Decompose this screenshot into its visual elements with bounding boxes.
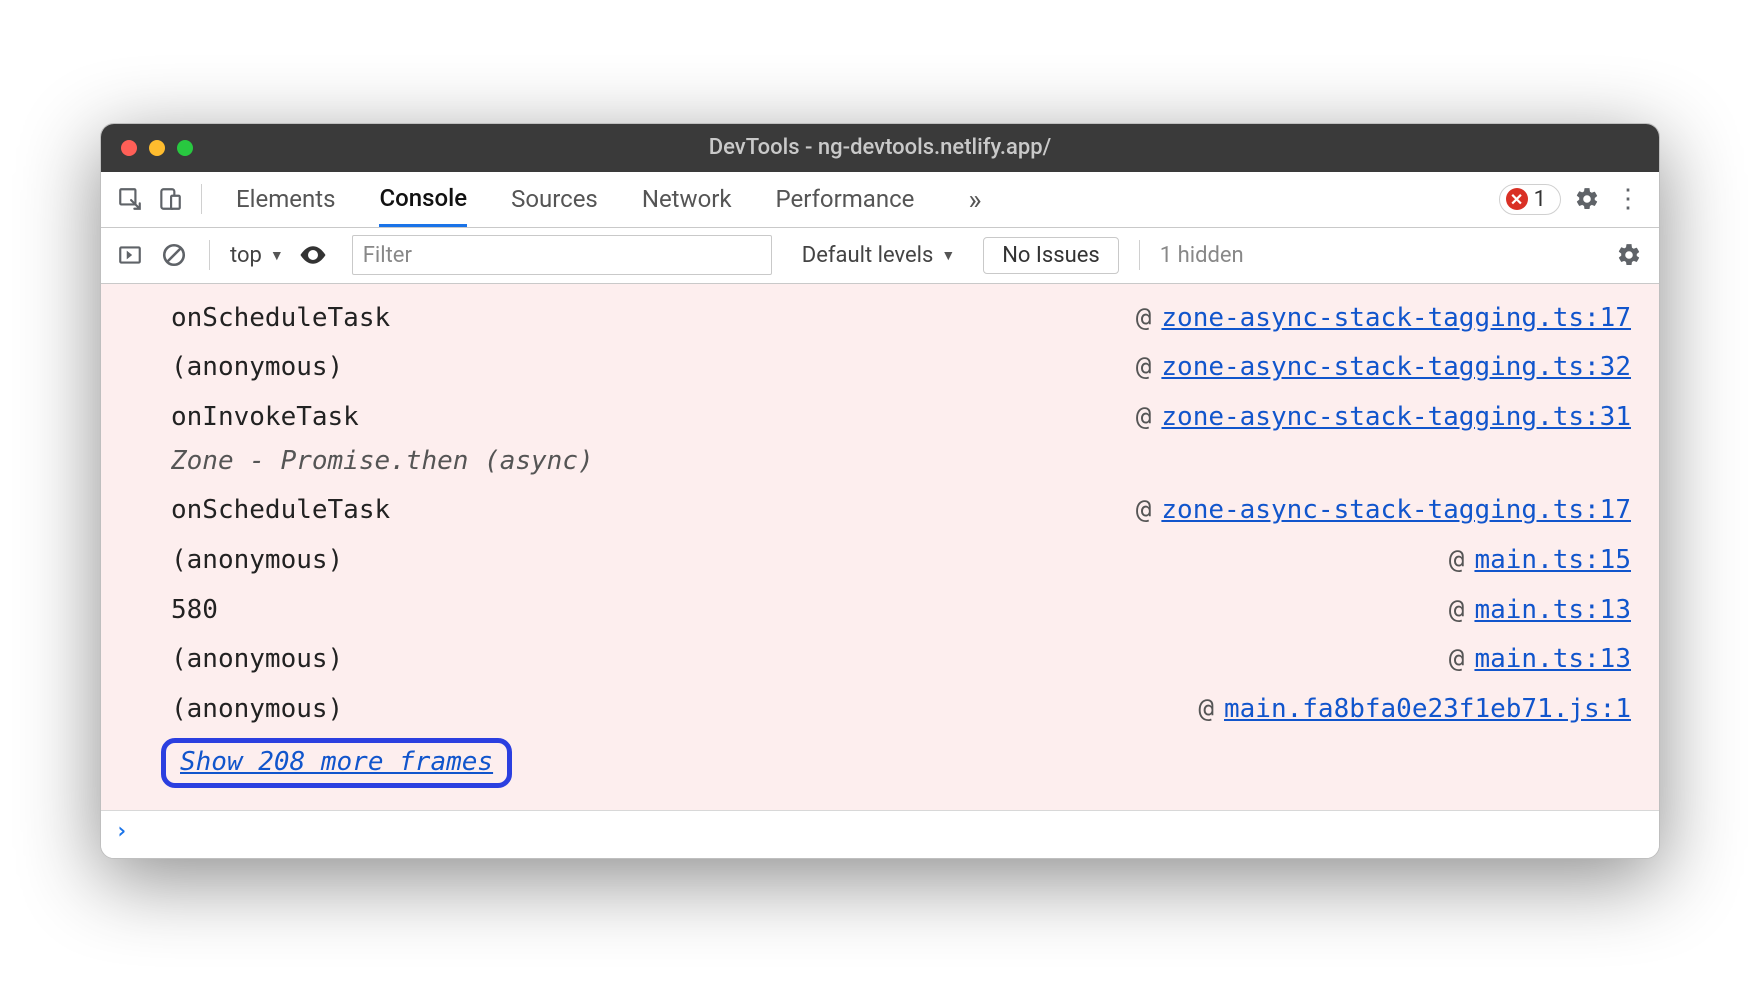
stack-frame: onInvokeTask @ zone-async-stack-tagging.… <box>101 393 1659 443</box>
stack-frame: onScheduleTask @ zone-async-stack-taggin… <box>101 486 1659 536</box>
log-levels-selector[interactable]: Default levels ▼ <box>802 243 955 268</box>
clear-console-icon[interactable] <box>159 240 189 270</box>
window-title: DevTools - ng-devtools.netlify.app/ <box>101 135 1659 160</box>
issues-button[interactable]: No Issues <box>983 237 1119 274</box>
zoom-window-button[interactable] <box>177 140 193 156</box>
stack-frame: (anonymous) @ main.ts:13 <box>101 635 1659 685</box>
window-titlebar: DevTools - ng-devtools.netlify.app/ <box>101 124 1659 172</box>
at-symbol: @ <box>1449 639 1465 681</box>
settings-gear-icon[interactable] <box>1571 183 1603 215</box>
frame-function: (anonymous) <box>171 639 343 681</box>
device-toggle-icon[interactable] <box>155 184 185 214</box>
at-symbol: @ <box>1449 540 1465 582</box>
frame-source-link[interactable]: main.ts:15 <box>1474 540 1631 582</box>
separator <box>1139 240 1140 270</box>
traffic-lights <box>101 140 193 156</box>
frame-source-link[interactable]: main.ts:13 <box>1474 639 1631 681</box>
tab-sources[interactable]: Sources <box>511 172 598 227</box>
tab-console[interactable]: Console <box>379 172 467 227</box>
frame-source-link[interactable]: zone-async-stack-tagging.ts:17 <box>1161 298 1631 340</box>
tab-network[interactable]: Network <box>642 172 732 227</box>
frame-source-link[interactable]: zone-async-stack-tagging.ts:31 <box>1161 397 1631 439</box>
error-count: 1 <box>1534 187 1546 212</box>
inspect-element-icon[interactable] <box>115 184 145 214</box>
separator <box>209 240 210 270</box>
live-expression-icon[interactable] <box>298 240 328 270</box>
tab-elements[interactable]: Elements <box>236 172 335 227</box>
annotation-highlight: Show 208 more frames <box>161 738 512 788</box>
at-symbol: @ <box>1136 298 1152 340</box>
levels-label: Default levels <box>802 243 934 268</box>
frame-source-link[interactable]: zone-async-stack-tagging.ts:17 <box>1161 490 1631 532</box>
context-label: top <box>230 243 262 268</box>
at-symbol: @ <box>1136 347 1152 389</box>
at-symbol: @ <box>1136 397 1152 439</box>
show-more-frames-link[interactable]: Show 208 more frames <box>180 747 493 777</box>
separator <box>201 184 202 214</box>
error-icon: ✕ <box>1506 188 1528 210</box>
prompt-caret-icon: › <box>115 819 128 844</box>
frame-source-link[interactable]: main.ts:13 <box>1474 590 1631 632</box>
stack-frame: 580 @ main.ts:13 <box>101 586 1659 636</box>
frame-function: (anonymous) <box>171 540 343 582</box>
stack-frame: onScheduleTask @ zone-async-stack-taggin… <box>101 294 1659 344</box>
console-error-stack: onScheduleTask @ zone-async-stack-taggin… <box>101 284 1659 811</box>
error-count-pill[interactable]: ✕ 1 <box>1499 184 1561 215</box>
toggle-sidebar-icon[interactable] <box>115 240 145 270</box>
filter-input[interactable]: Filter <box>352 235 772 275</box>
frame-function: 580 <box>171 590 218 632</box>
frame-source-link[interactable]: zone-async-stack-tagging.ts:32 <box>1161 347 1631 389</box>
frame-function: onScheduleTask <box>171 298 390 340</box>
devtools-tabstrip: Elements Console Sources Network Perform… <box>101 172 1659 228</box>
tabs-overflow-button[interactable]: » <box>958 183 991 216</box>
tab-performance[interactable]: Performance <box>776 172 915 227</box>
stack-frame: (anonymous) @ main.ts:15 <box>101 536 1659 586</box>
chevron-down-icon: ▼ <box>270 247 284 264</box>
stack-frame: (anonymous) @ main.fa8bfa0e23f1eb71.js:1 <box>101 685 1659 735</box>
at-symbol: @ <box>1198 689 1214 731</box>
chevron-down-icon: ▼ <box>941 247 955 264</box>
at-symbol: @ <box>1449 590 1465 632</box>
frame-source-link[interactable]: main.fa8bfa0e23f1eb71.js:1 <box>1224 689 1631 731</box>
frame-function: (anonymous) <box>171 347 343 389</box>
frame-function: onScheduleTask <box>171 490 390 532</box>
panel-tabs: Elements Console Sources Network Perform… <box>218 172 992 227</box>
devtools-window: DevTools - ng-devtools.netlify.app/ Elem… <box>100 123 1660 860</box>
console-input-row[interactable]: › <box>101 810 1659 858</box>
console-toolbar: top ▼ Filter Default levels ▼ No Issues … <box>101 228 1659 284</box>
more-menu-icon[interactable]: ⋮ <box>1613 183 1645 215</box>
frame-function: onInvokeTask <box>171 397 359 439</box>
at-symbol: @ <box>1136 490 1152 532</box>
async-boundary-label: Zone - Promise.then (async) <box>101 442 1659 486</box>
stack-frame: (anonymous) @ zone-async-stack-tagging.t… <box>101 343 1659 393</box>
frame-function: (anonymous) <box>171 689 343 731</box>
minimize-window-button[interactable] <box>149 140 165 156</box>
filter-placeholder: Filter <box>363 243 412 268</box>
context-selector[interactable]: top ▼ <box>230 243 284 268</box>
close-window-button[interactable] <box>121 140 137 156</box>
console-settings-gear-icon[interactable] <box>1613 239 1645 271</box>
hidden-messages-label[interactable]: 1 hidden <box>1160 243 1244 268</box>
